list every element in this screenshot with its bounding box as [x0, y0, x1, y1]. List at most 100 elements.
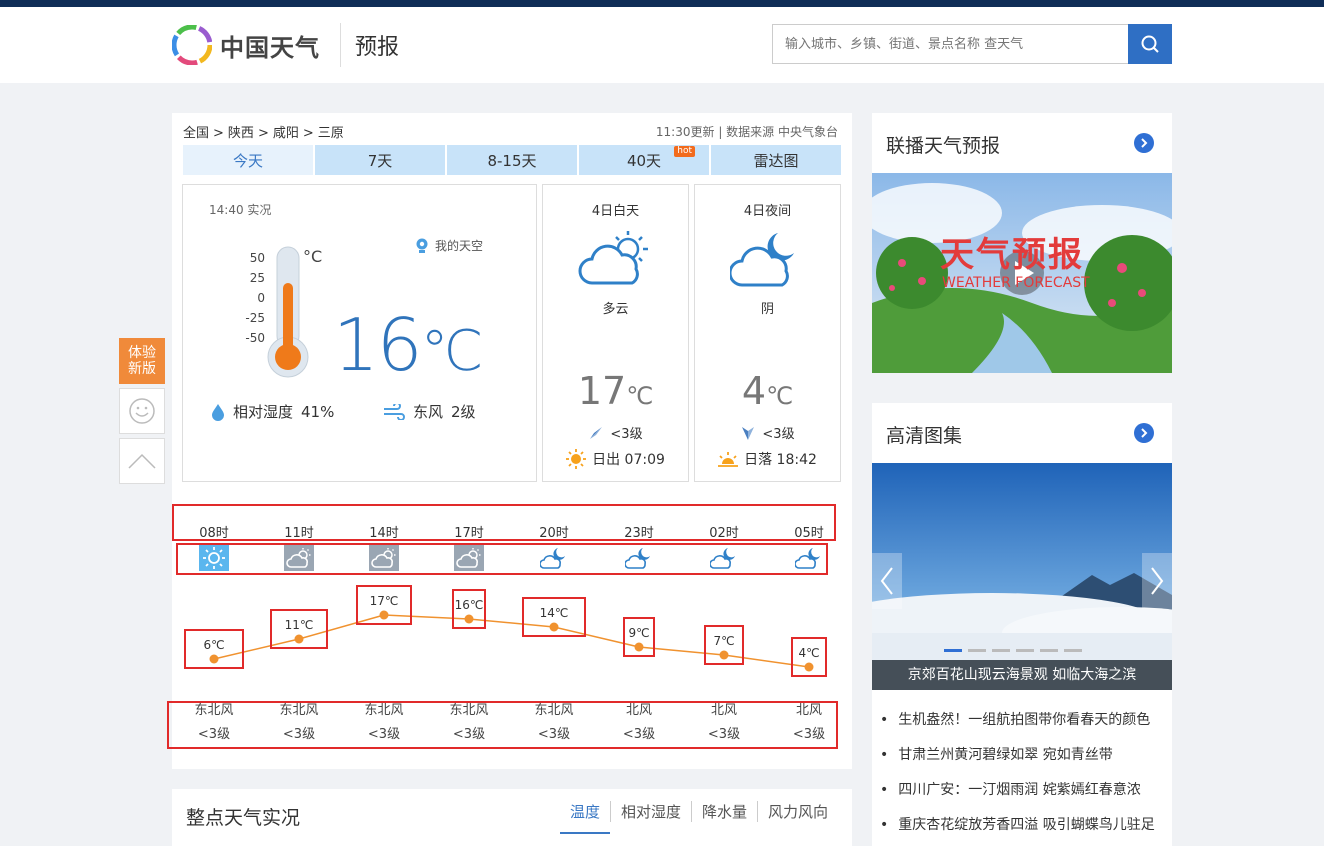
- video-forecast-panel: 联播天气预报 天气预报 WEATHER FORECAST: [872, 113, 1172, 373]
- hourly-title: 整点天气实况: [186, 807, 301, 829]
- try-new-version-button[interactable]: 体验 新版: [119, 338, 165, 384]
- annotation-box-temp: [623, 617, 655, 657]
- news-item[interactable]: 生机盎然！一组航拍图带你看春天的颜色: [880, 709, 1150, 729]
- nighttime-temp-value: 4: [741, 369, 767, 413]
- temp-unit: ℃: [766, 382, 794, 410]
- humidity-value: 41%: [301, 402, 335, 421]
- hour-label: 08时: [199, 526, 229, 541]
- tab-radar[interactable]: 雷达图: [711, 145, 841, 175]
- nighttime-wind-level: <3级: [762, 427, 795, 442]
- crumb-shaanxi[interactable]: 陕西: [228, 126, 254, 141]
- tab-label: 40天: [626, 151, 662, 170]
- scale-label: 25: [249, 271, 265, 285]
- prev-slide-button[interactable]: [872, 553, 902, 609]
- wind-direction: 东风: [413, 403, 444, 421]
- tab-label: 8-15天: [487, 151, 537, 170]
- crumb-national[interactable]: 全国: [183, 126, 209, 141]
- logo-text: 中国天气: [220, 33, 320, 62]
- daytime-wind: <3级: [543, 423, 688, 442]
- tab-humidity[interactable]: 相对湿度: [609, 801, 691, 822]
- tab-precipitation[interactable]: 降水量: [690, 801, 757, 822]
- search-button[interactable]: [1128, 24, 1172, 64]
- tab-40day[interactable]: 40天 hot: [579, 145, 709, 175]
- news-item[interactable]: 四川广安：一汀烟雨润 姹紫嫣红春意浓: [880, 779, 1140, 799]
- humidity-label: 相对湿度: [233, 403, 294, 421]
- tab-8-15day[interactable]: 8-15天: [447, 145, 577, 175]
- scale-label: -50: [245, 331, 265, 345]
- nighttime-wind: <3级: [695, 423, 840, 442]
- video-player[interactable]: 天气预报 WEATHER FORECAST: [872, 173, 1172, 373]
- scale-label: -25: [245, 311, 265, 325]
- data-source: 数据来源 中央气象台: [726, 125, 838, 139]
- section-title: 预报: [355, 35, 400, 60]
- carousel-dot[interactable]: [1016, 649, 1034, 652]
- hour-label: 05时: [794, 526, 824, 541]
- my-sky-link[interactable]: 我的天空: [415, 237, 483, 254]
- sunset-time: 日落 18:42: [744, 452, 817, 468]
- cloudy-day-icon: [454, 545, 484, 571]
- daytime-desc: 多云: [602, 302, 629, 317]
- wind-level: 2级: [451, 403, 476, 421]
- hot-badge: hot: [674, 146, 695, 157]
- news-item[interactable]: 甘肃兰州黄河碧绿如翠 宛如青丝带: [880, 744, 1112, 764]
- water-drop-icon: [212, 403, 224, 421]
- daytime-title: 4日白天: [591, 204, 640, 219]
- tab-today[interactable]: 今天: [183, 145, 313, 175]
- tab-7day[interactable]: 7天: [315, 145, 445, 175]
- hour-labels: 08时 11时 14时 17时 20时 23时 02时 05时: [172, 522, 852, 542]
- search-input[interactable]: [772, 24, 1128, 64]
- annotation-box-temp: [270, 609, 328, 649]
- crumb-xianyang[interactable]: 咸阳: [273, 126, 299, 141]
- sunset: 日落 18:42: [695, 449, 840, 469]
- more-button[interactable]: [1134, 133, 1154, 153]
- nighttime-title: 4日夜间: [743, 204, 792, 219]
- current-temperature: 16℃: [333, 303, 484, 387]
- cloudy-day-icon: [284, 545, 314, 571]
- gallery-panel: 高清图集 京郊百花山现云海景观 如临大海之滨 • 生机盎然！一组航拍图带你看春天…: [872, 403, 1172, 846]
- wind-direction: 北风: [625, 703, 652, 718]
- breadcrumb: 全国 > 陕西 > 咸阳 > 三原: [183, 122, 348, 141]
- back-to-top-button[interactable]: [119, 438, 165, 484]
- daytime-wind-level: <3级: [610, 427, 643, 442]
- wind-level: <3级: [197, 727, 231, 742]
- site-logo[interactable]: 中国天气 预报: [172, 23, 400, 67]
- wind-arrow-icon: [590, 426, 603, 439]
- tab-wind[interactable]: 风力风向: [756, 801, 838, 822]
- next-slide-button[interactable]: [1142, 553, 1172, 609]
- wind-icon: [384, 403, 405, 420]
- current-temp-unit: ℃: [420, 319, 484, 384]
- sun-icon: [199, 545, 229, 571]
- wind-direction: 北风: [710, 703, 737, 718]
- sunrise-time: 日出 07:09: [592, 452, 665, 468]
- wind-level: <3级: [452, 727, 486, 742]
- gallery-title: 高清图集: [886, 425, 963, 447]
- carousel-dot[interactable]: [1064, 649, 1082, 652]
- annotation-box-temp: [184, 629, 244, 669]
- cloudy-night-icon: [539, 545, 569, 571]
- carousel-dot[interactable]: [968, 649, 986, 652]
- carousel-dots: [944, 649, 1082, 652]
- search-icon: [1141, 35, 1159, 53]
- news-item[interactable]: 重庆杏花绽放芳香四溢 吸引蝴蝶鸟儿驻足: [880, 814, 1154, 834]
- video-subtitle: WEATHER FORECAST: [942, 275, 1090, 291]
- gallery-carousel[interactable]: 京郊百花山现云海景观 如临大海之滨: [872, 463, 1172, 690]
- hour-label: 20时: [539, 526, 569, 541]
- gallery-caption[interactable]: 京郊百花山现云海景观 如临大海之滨: [872, 660, 1172, 690]
- more-button[interactable]: [1134, 423, 1154, 443]
- tab-label: 今天: [232, 151, 263, 170]
- scale-label: 50: [249, 251, 265, 265]
- wind-level: <3级: [282, 727, 316, 742]
- nighttime-forecast: 4日夜间 阴 4℃ <3级 日落 18:42: [694, 184, 841, 482]
- carousel-dot[interactable]: [944, 649, 962, 652]
- carousel-dot[interactable]: [1040, 649, 1058, 652]
- carousel-dot[interactable]: [992, 649, 1010, 652]
- tab-temperature[interactable]: 温度: [559, 801, 610, 834]
- annotation-box-temp: [452, 589, 486, 629]
- chevron-left-icon: [880, 567, 893, 595]
- nighttime-temp: 4℃: [695, 369, 840, 413]
- hour-label: 14时: [369, 526, 399, 541]
- chevron-up-icon: [128, 453, 156, 469]
- feedback-button[interactable]: [119, 388, 165, 434]
- forecast-tabs: 今天 7天 8-15天 40天 hot 雷达图: [183, 145, 841, 175]
- site-header: 中国天气 预报: [0, 7, 1324, 83]
